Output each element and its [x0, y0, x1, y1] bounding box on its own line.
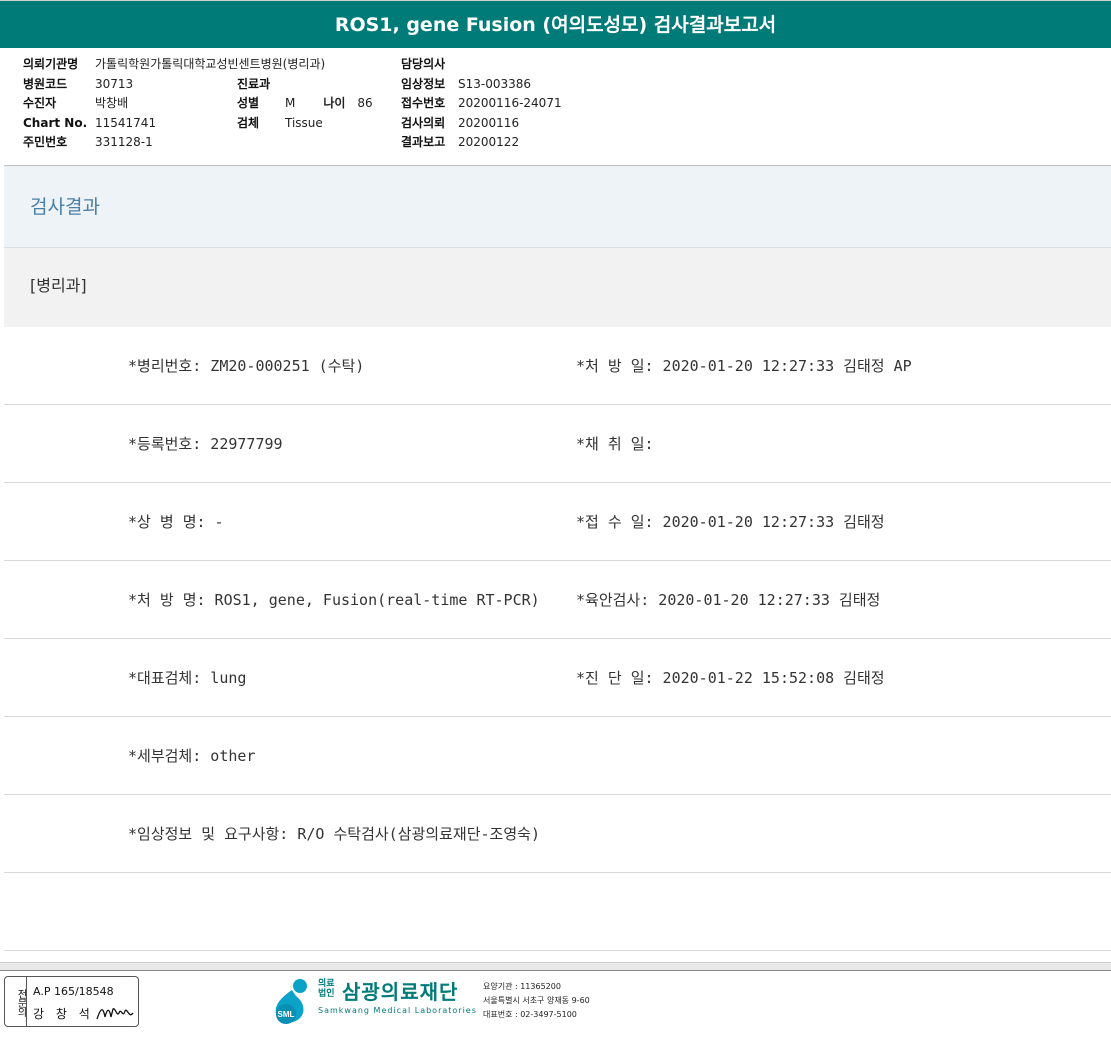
result-row: *임상정보 및 요구사항: R/O 수탁검사(삼광의료재단-조영숙): [4, 795, 1111, 873]
logo-corp-line2: 법인: [318, 989, 335, 999]
age-label: 나이: [323, 96, 346, 110]
lab-phone: 대표번호 : 02-3497-5100: [483, 1010, 577, 1019]
info-label: 검체: [237, 115, 260, 130]
info-row-department: 진료과: [237, 75, 373, 95]
lab-logo: SML 의료 법인 삼광의료재단 Samkwang Medical Labora…: [270, 976, 590, 1028]
stamp-pathologist-name: 강 창 석: [33, 1007, 94, 1021]
info-label: 주민번호: [23, 135, 68, 149]
info-label: 검사의뢰: [401, 115, 446, 130]
stamp-specialist-label: 전문의: [5, 977, 27, 1026]
care-org-number: 요양기관 : 11365200: [483, 982, 561, 991]
result-right: *진 단 일: 2020-01-22 15:52:08 김태정: [576, 669, 885, 687]
result-row: *대표검체: lung *진 단 일: 2020-01-22 15:52:08 …: [4, 639, 1111, 717]
result-left: *세부검체: other: [128, 747, 256, 765]
info-label: 결과보고: [401, 135, 446, 149]
info-value: 박창배: [95, 96, 129, 110]
sml-logo-icon: SML: [275, 979, 307, 1024]
result-right: *육안검사: 2020-01-20 12:27:33 김태정: [576, 591, 881, 609]
result-left: *임상정보 및 요구사항: R/O 수탁검사(삼광의료재단-조영숙): [128, 825, 540, 843]
result-left: *상 병 명: -: [128, 513, 224, 531]
info-label: 수진자: [23, 96, 57, 110]
info-value: 331128-1: [95, 135, 153, 149]
info-row-receipt-no: 접수번호 20200116-24071: [401, 94, 562, 114]
patient-info-col3: 담당의사 임상정보 S13-003386 접수번호 20200116-24071 검…: [401, 55, 562, 153]
logo-korean-name: 삼광의료재단: [342, 980, 459, 1004]
logo-english-name: Samkwang Medical Laboratories: [318, 1006, 477, 1015]
info-row-report-date: 결과보고 20200122: [401, 133, 562, 153]
result-left: *처 방 명: ROS1, gene, Fusion(real-time RT-…: [128, 591, 540, 609]
patient-info-col2: 진료과 성별 M 나이 86 검체 Tissue: [237, 55, 373, 133]
info-row-specimen: 검체 Tissue: [237, 114, 373, 134]
result-right: *처 방 일: 2020-01-20 12:27:33 김태정 AP: [576, 357, 912, 375]
info-label: 임상정보: [401, 76, 446, 91]
result-row: *등록번호: 22977799 *채 취 일:: [4, 405, 1111, 483]
logo-corp-line1: 의료: [318, 979, 335, 989]
results-panel: 검사결과 [병리과] *병리번호: ZM20-000251 (수탁) *처 방 …: [4, 165, 1111, 962]
info-value: 20200122: [458, 135, 520, 149]
info-label: 병원코드: [23, 76, 68, 91]
result-right: *채 취 일:: [576, 435, 654, 453]
result-left: *대표검체: lung: [128, 669, 247, 687]
lab-address: 서울특별시 서초구 양재동 9-60: [483, 996, 590, 1005]
logo-badge-text: SML: [278, 1010, 295, 1019]
result-right: *접 수 일: 2020-01-20 12:27:33 김태정: [576, 513, 885, 531]
info-row-sex-age: 성별 M 나이 86: [237, 94, 373, 114]
info-label: Chart No.: [23, 115, 88, 130]
stamp-license-no: A.P 165/18548: [33, 985, 114, 998]
info-label: 성별: [237, 96, 260, 110]
logo-corp-label: 의료 법인: [318, 979, 335, 999]
info-row-request-date: 검사의뢰 20200116: [401, 114, 562, 134]
result-left: *병리번호: ZM20-000251 (수탁): [128, 357, 365, 375]
info-value: S13-003386: [458, 76, 532, 91]
signature-icon: [96, 1008, 134, 1020]
pathologist-stamp: 전문의 A.P 165/18548 강 창 석: [4, 976, 139, 1027]
info-label: 접수번호: [401, 96, 446, 110]
result-row: *세부검체: other: [4, 717, 1111, 795]
info-row-empty: [237, 55, 373, 75]
report-title: ROS1, gene Fusion (여의도성모) 검사결과보고서: [0, 0, 1111, 48]
section-title: 검사결과: [4, 166, 1111, 248]
result-row: *처 방 명: ROS1, gene, Fusion(real-time RT-…: [4, 561, 1111, 639]
info-value: 20200116-24071: [458, 96, 562, 110]
info-value: Tissue: [285, 115, 323, 130]
sex-value: M: [285, 96, 296, 110]
info-value: 20200116: [458, 115, 520, 130]
footer-line: [0, 970, 1111, 971]
info-row-clinical-info: 임상정보 S13-003386: [401, 75, 562, 95]
department-subtitle: [병리과]: [4, 248, 1111, 327]
info-value: 11541741: [95, 115, 157, 130]
info-row-resident-no: 주민번호 331128-1: [23, 133, 325, 153]
result-row: *상 병 명: - *접 수 일: 2020-01-20 12:27:33 김태…: [4, 483, 1111, 561]
result-row-empty: [4, 873, 1111, 951]
info-row-doctor: 담당의사: [401, 55, 562, 75]
info-value: 30713: [95, 76, 134, 91]
result-row: *병리번호: ZM20-000251 (수탁) *처 방 일: 2020-01-…: [4, 327, 1111, 405]
age-value: 86: [357, 96, 373, 110]
result-left: *등록번호: 22977799: [128, 435, 283, 453]
info-label: 진료과: [237, 76, 271, 91]
info-label: 담당의사: [401, 57, 446, 71]
info-label: 의뢰기관명: [23, 57, 79, 71]
